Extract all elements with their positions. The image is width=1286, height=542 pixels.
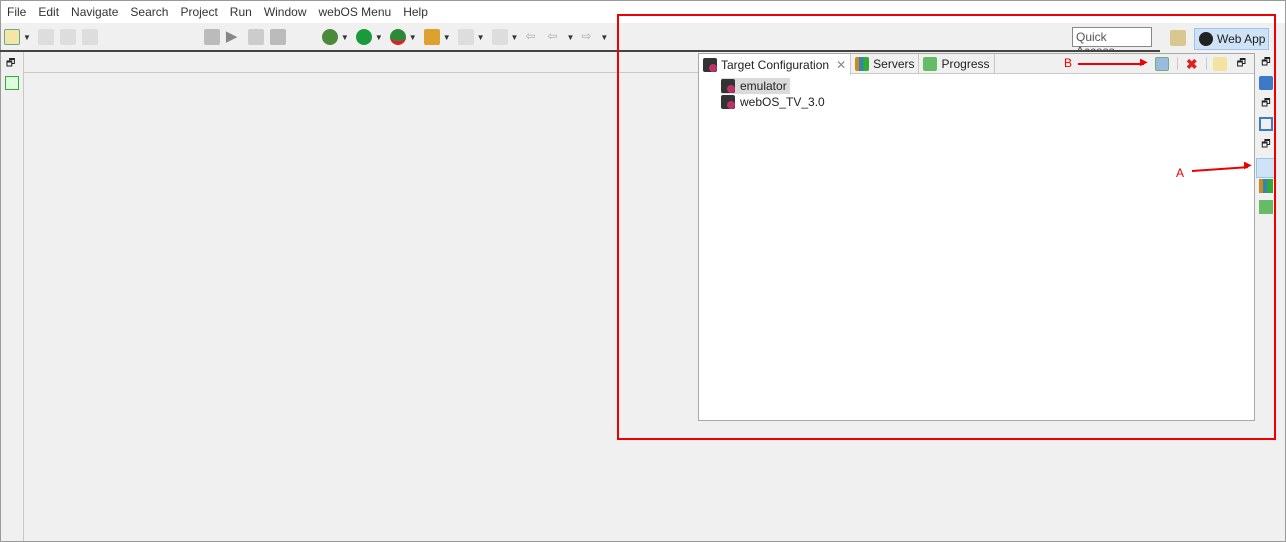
new-icon[interactable] [4,29,20,45]
restore-icon[interactable]: 🗗 [6,56,15,73]
package-icon[interactable] [269,29,286,45]
annotation-label-a: A [1176,166,1185,180]
chevron-down-icon[interactable]: ▼ [409,33,417,42]
last-edit-icon[interactable]: ⇦ [525,29,541,45]
print-icon[interactable] [81,29,98,45]
external-run-icon[interactable] [389,29,406,45]
add-user-icon[interactable] [203,29,220,45]
menu-window[interactable]: Window [258,5,313,19]
menu-run[interactable]: Run [224,5,258,19]
run-app-icon[interactable] [355,29,372,45]
chevron-down-icon[interactable]: ▼ [341,33,349,42]
menu-help[interactable]: Help [397,5,434,19]
prev-annotation-icon[interactable] [491,29,508,45]
editor-divider [24,72,698,73]
chevron-down-icon[interactable]: ▼ [23,33,31,42]
chevron-down-icon[interactable]: ▼ [477,33,485,42]
chevron-down-icon[interactable]: ▼ [511,33,519,42]
arrowhead-icon: ▶ [1140,57,1148,68]
debug-icon[interactable] [247,29,264,45]
chevron-down-icon[interactable]: ▼ [600,33,608,42]
next-annotation-icon[interactable] [457,29,474,45]
run-icon[interactable]: ▶ [226,29,242,45]
arrowhead-icon: ▶ [1244,160,1252,171]
highlight-box [617,14,1276,440]
menu-search[interactable]: Search [124,5,174,19]
menu-edit[interactable]: Edit [32,5,65,19]
pencil-icon[interactable] [423,29,440,45]
chevron-down-icon[interactable]: ▼ [566,33,574,42]
annotation-label-b: B [1064,56,1073,70]
bug-icon[interactable] [321,29,338,45]
menu-webos[interactable]: webOS Menu [313,5,398,19]
chevron-down-icon[interactable]: ▼ [375,33,383,42]
back-icon[interactable]: ⇦ [547,29,563,45]
menu-project[interactable]: Project [174,5,223,19]
left-trim-stack: 🗗 [1,52,24,541]
forward-icon[interactable]: ⇨ [581,29,597,45]
save-all-icon[interactable] [59,29,76,45]
save-icon[interactable] [37,29,54,45]
menu-navigate[interactable]: Navigate [65,5,124,19]
menu-file[interactable]: File [1,5,32,19]
annotation-arrow-b [1078,63,1144,65]
search-view-icon[interactable] [5,76,19,90]
chevron-down-icon[interactable]: ▼ [443,33,451,42]
